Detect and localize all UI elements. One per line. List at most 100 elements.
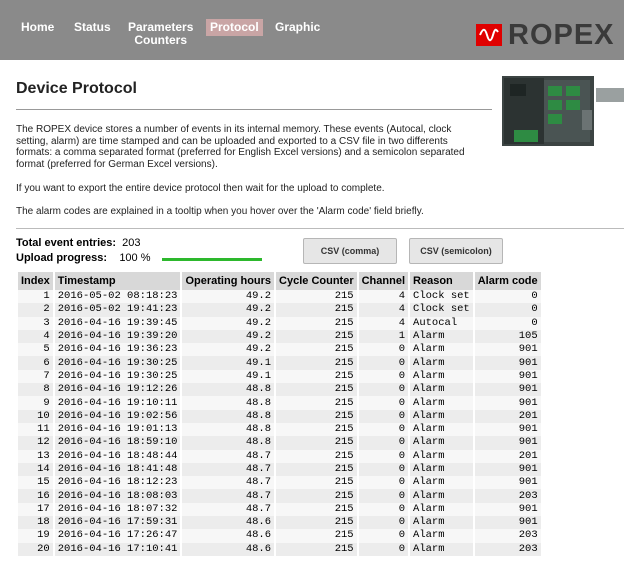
col-channel-cell: 0 — [358, 422, 409, 437]
col-alarm-code-cell[interactable]: 105 — [474, 329, 541, 344]
col-channel-cell: 0 — [358, 449, 409, 463]
csv-comma-button[interactable]: CSV (comma) — [303, 238, 397, 264]
col-timestamp-cell: 2016-04-16 17:26:47 — [54, 529, 181, 543]
col-operating-hours-cell: 49.2 — [182, 290, 275, 304]
col-alarm-code-cell[interactable]: 901 — [474, 422, 541, 437]
table-row: 8 2016-04-16 19:12:26 48.8 215 0 Alarm 901 — [18, 383, 541, 397]
col-channel-cell: 0 — [358, 476, 409, 490]
col-channel-cell: 0 — [358, 542, 409, 556]
col-index-cell: 15 — [18, 476, 53, 490]
logo-text: ROPEX — [508, 18, 615, 51]
col-cycle-counter-cell: 215 — [276, 396, 357, 410]
col-channel-cell: 0 — [358, 356, 409, 370]
col-alarm-code-cell[interactable]: 201 — [474, 409, 541, 423]
col-index-cell: 16 — [18, 489, 53, 503]
col-cycle-counter-cell: 215 — [276, 290, 357, 304]
col-operating-hours-cell: 49.2 — [182, 303, 275, 317]
col-alarm-code-cell[interactable]: 0 — [474, 290, 541, 304]
col-reason-cell: Alarm — [410, 462, 473, 477]
col-index-cell: 20 — [18, 542, 53, 556]
col-operating-hours-cell: 49.2 — [182, 329, 275, 344]
col-index-cell: 13 — [18, 449, 53, 463]
col-reason-cell: Alarm — [410, 542, 473, 556]
col-reason-cell: Alarm — [410, 356, 473, 370]
col-channel-cell: 4 — [358, 290, 409, 304]
col-cycle-counter-header: Cycle Counter — [276, 272, 357, 290]
nav-graphic[interactable]: Graphic — [275, 21, 320, 34]
col-alarm-code-cell[interactable]: 901 — [474, 436, 541, 450]
col-alarm-code-cell[interactable]: 901 — [474, 383, 541, 397]
col-alarm-code-cell[interactable]: 901 — [474, 502, 541, 517]
col-alarm-code-cell[interactable]: 901 — [474, 462, 541, 477]
col-timestamp-cell: 2016-04-16 19:39:20 — [54, 329, 181, 344]
col-channel-cell: 0 — [358, 489, 409, 503]
col-timestamp-cell: 2016-04-16 19:30:25 — [54, 356, 181, 370]
col-timestamp-cell: 2016-04-16 17:10:41 — [54, 542, 181, 556]
col-alarm-code-cell[interactable]: 203 — [474, 529, 541, 543]
col-alarm-code-cell[interactable]: 203 — [474, 489, 541, 503]
col-alarm-code-cell[interactable]: 0 — [474, 316, 541, 330]
col-reason-header: Reason — [410, 272, 473, 290]
nav-parameters-counters[interactable]: Parameters Counters — [128, 21, 193, 47]
col-alarm-code-cell[interactable]: 901 — [474, 516, 541, 530]
col-alarm-code-cell[interactable]: 901 — [474, 396, 541, 410]
col-reason-cell: Clock set — [410, 290, 473, 304]
col-reason-cell: Alarm — [410, 343, 473, 357]
col-alarm-code-cell[interactable]: 901 — [474, 343, 541, 357]
col-channel-cell: 1 — [358, 329, 409, 344]
col-operating-hours-cell: 48.6 — [182, 542, 275, 556]
col-operating-hours-cell: 48.7 — [182, 449, 275, 463]
nav-status[interactable]: Status — [74, 21, 111, 34]
col-index-cell: 17 — [18, 502, 53, 517]
col-operating-hours-cell: 48.6 — [182, 529, 275, 543]
col-alarm-code-cell[interactable]: 203 — [474, 542, 541, 556]
col-cycle-counter-cell: 215 — [276, 329, 357, 344]
col-channel-cell: 0 — [358, 436, 409, 450]
col-operating-hours-cell: 48.7 — [182, 462, 275, 477]
table-row: 9 2016-04-16 19:10:11 48.8 215 0 Alarm 901 — [18, 396, 541, 410]
col-timestamp-cell: 2016-04-16 19:10:11 — [54, 396, 181, 410]
col-reason-cell: Alarm — [410, 409, 473, 423]
col-operating-hours-cell: 48.8 — [182, 383, 275, 397]
col-alarm-code-cell[interactable]: 901 — [474, 476, 541, 490]
col-cycle-counter-cell: 215 — [276, 303, 357, 317]
col-operating-hours-cell: 49.1 — [182, 369, 275, 384]
col-cycle-counter-cell: 215 — [276, 343, 357, 357]
col-reason-cell: Alarm — [410, 476, 473, 490]
col-alarm-code-cell[interactable]: 201 — [474, 449, 541, 463]
col-operating-hours-cell: 48.8 — [182, 422, 275, 437]
col-index-cell: 2 — [18, 303, 53, 317]
col-index-cell: 1 — [18, 290, 53, 304]
col-cycle-counter-cell: 215 — [276, 422, 357, 437]
nav-protocol[interactable]: Protocol — [206, 19, 263, 36]
col-index-header: Index — [18, 272, 53, 290]
col-alarm-code-cell[interactable]: 0 — [474, 303, 541, 317]
col-cycle-counter-cell: 215 — [276, 436, 357, 450]
col-reason-cell: Alarm — [410, 449, 473, 463]
col-timestamp-cell: 2016-04-16 18:12:23 — [54, 476, 181, 490]
col-reason-cell: Alarm — [410, 529, 473, 543]
device-image — [494, 70, 624, 150]
col-index-cell: 9 — [18, 396, 53, 410]
col-channel-cell: 0 — [358, 369, 409, 384]
export-hint-text: If you want to export the entire device … — [16, 183, 385, 194]
col-alarm-code-cell[interactable]: 901 — [474, 369, 541, 384]
table-row: 13 2016-04-16 18:48:44 48.7 215 0 Alarm 201 — [18, 449, 541, 463]
col-index-cell: 5 — [18, 343, 53, 357]
col-alarm-code-cell[interactable]: 901 — [474, 356, 541, 370]
col-reason-cell: Alarm — [410, 422, 473, 437]
col-timestamp-cell: 2016-04-16 18:07:32 — [54, 502, 181, 517]
col-timestamp-cell: 2016-04-16 19:30:25 — [54, 369, 181, 384]
col-reason-cell: Autocal — [410, 316, 473, 330]
col-channel-cell: 4 — [358, 316, 409, 330]
nav-home[interactable]: Home — [21, 21, 54, 34]
upload-progress-label: Upload progress: — [16, 252, 108, 264]
table-row: 3 2016-04-16 19:39:45 49.2 215 4 Autocal 0 — [18, 316, 541, 330]
col-index-cell: 3 — [18, 316, 53, 330]
protocol-table: Index Timestamp Operating hours Cycle Count… — [16, 272, 543, 556]
col-index-cell: 11 — [18, 422, 53, 437]
table-row: 14 2016-04-16 18:41:48 48.7 215 0 Alarm 901 — [18, 462, 541, 477]
col-operating-hours-cell: 49.2 — [182, 316, 275, 330]
csv-semicolon-button[interactable]: CSV (semicolon) — [409, 238, 503, 264]
col-cycle-counter-cell: 215 — [276, 383, 357, 397]
